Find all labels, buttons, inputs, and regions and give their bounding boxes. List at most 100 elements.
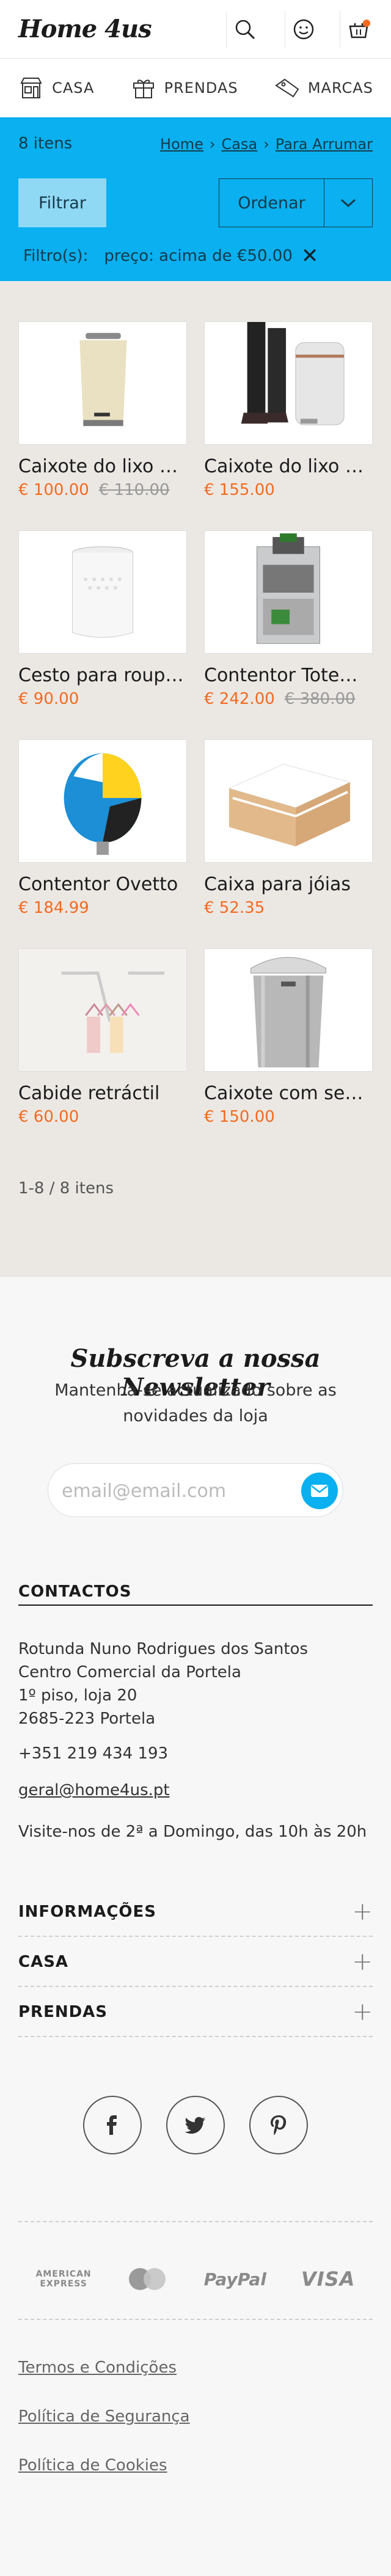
contact-address: Rotunda Nuno Rodrigues dos Santos Centro… xyxy=(18,1637,308,1730)
mail-icon xyxy=(311,1485,328,1497)
security-policy-link[interactable]: Política de Segurança xyxy=(18,2407,190,2426)
product-image[interactable] xyxy=(18,739,187,863)
order-dropdown[interactable]: Ordenar xyxy=(219,178,373,227)
product-image[interactable] xyxy=(204,530,373,654)
category-nav: CASA PRENDAS MARCAS xyxy=(0,59,391,117)
active-filters: Filtro(s): preço: acima de €50.00 ✕ xyxy=(23,246,318,266)
accordion-informacoes[interactable]: INFORMAÇÕES + xyxy=(18,1888,373,1937)
product-grid: Caixote do lixo N... € 100.00 € 110.00 C… xyxy=(0,281,391,1277)
breadcrumb-separator: › xyxy=(263,136,269,153)
facebook-icon[interactable] xyxy=(83,2096,142,2154)
product-name[interactable]: Cabide retráctil xyxy=(18,1083,187,1104)
paypal-logo: PayPal xyxy=(203,2269,266,2289)
product-name[interactable]: Caixote do lixo c... xyxy=(204,456,373,477)
plus-icon[interactable]: + xyxy=(352,1950,373,1974)
product-image[interactable] xyxy=(204,739,373,863)
listing-toolbar: 8 itens Home › Casa › Para Arrumar Filtr… xyxy=(0,117,391,281)
nav-item-prendas[interactable]: PRENDAS xyxy=(130,75,238,101)
visa-logo: VISA xyxy=(301,2267,356,2291)
product-image[interactable] xyxy=(18,530,187,654)
cart-icon[interactable] xyxy=(340,11,376,48)
product-price: € 100.00 xyxy=(18,481,89,499)
nav-label: CASA xyxy=(52,79,95,97)
terms-link[interactable]: Termos e Condições xyxy=(18,2358,177,2377)
twitter-icon[interactable] xyxy=(166,2096,225,2154)
product-image[interactable] xyxy=(204,321,373,445)
accordion-label: INFORMAÇÕES xyxy=(18,1903,156,1921)
product-old-price: € 380.00 xyxy=(284,690,356,708)
search-icon[interactable] xyxy=(226,11,263,48)
price-row: € 100.00 € 110.00 xyxy=(18,481,187,499)
breadcrumb-separator: › xyxy=(209,136,216,153)
product-name[interactable]: Caixa para jóias xyxy=(204,874,373,895)
product-name[interactable]: Cesto para roupa ... xyxy=(18,665,187,686)
nav-item-casa[interactable]: CASA xyxy=(18,75,94,101)
order-label: Ordenar xyxy=(219,179,324,227)
divider xyxy=(18,2221,373,2222)
contacts-heading: CONTACTOS xyxy=(18,1583,373,1606)
filter-button[interactable]: Filtrar xyxy=(18,178,106,227)
store-icon xyxy=(20,78,42,98)
accordion-prendas[interactable]: PRENDAS + xyxy=(18,1988,373,2037)
product-card[interactable]: Cabide retráctil € 60.00 xyxy=(18,948,187,1126)
breadcrumb-para-arrumar[interactable]: Para Arrumar xyxy=(276,136,373,153)
cookie-policy-link[interactable]: Política de Cookies xyxy=(18,2456,167,2475)
newsletter-form xyxy=(48,1463,343,1517)
product-image[interactable] xyxy=(204,948,373,1072)
price-row: € 150.00 xyxy=(204,1108,373,1126)
gift-icon xyxy=(133,79,154,98)
pagination-info: 1-8 / 8 itens xyxy=(18,1179,114,1198)
nav-label: PRENDAS xyxy=(164,79,238,97)
chevron-down-icon[interactable] xyxy=(324,179,372,227)
cart-badge xyxy=(363,20,370,27)
product-card[interactable]: Caixote do lixo N... € 100.00 € 110.00 xyxy=(18,321,187,499)
address-line: 1º piso, loja 20 xyxy=(18,1686,137,1705)
product-price: € 52.35 xyxy=(204,899,265,917)
address-line: Centro Comercial da Portela xyxy=(18,1663,241,1681)
price-row: € 90.00 xyxy=(18,690,187,708)
product-card[interactable]: Contentor Totem ... € 242.00 € 380.00 xyxy=(204,530,373,708)
product-price: € 242.00 xyxy=(204,690,275,708)
account-icon[interactable] xyxy=(285,11,321,48)
newsletter-subtitle: Mantenha-se actualizado sobre as novidad… xyxy=(54,1381,337,1425)
price-row: € 52.35 xyxy=(204,899,373,917)
product-price: € 60.00 xyxy=(18,1108,79,1126)
mastercard-logo xyxy=(126,2267,169,2291)
divider xyxy=(18,2319,373,2320)
product-image[interactable] xyxy=(18,948,187,1072)
breadcrumb-home[interactable]: Home xyxy=(160,136,203,153)
plus-icon[interactable]: + xyxy=(352,2000,373,2024)
price-row: € 242.00 € 380.00 xyxy=(204,690,373,708)
product-card[interactable]: Caixote do lixo c... € 155.00 xyxy=(204,321,373,499)
item-count: 8 itens xyxy=(18,134,73,153)
product-name[interactable]: Contentor Totem ... xyxy=(204,665,373,686)
contact-phone[interactable]: +351 219 434 193 xyxy=(18,1744,168,1763)
breadcrumb: Home › Casa › Para Arrumar xyxy=(160,136,373,153)
accordion-casa[interactable]: CASA + xyxy=(18,1938,373,1987)
plus-icon[interactable]: + xyxy=(352,1900,373,1924)
opening-hours: Visite-nos de 2ª a Domingo, das 10h às 2… xyxy=(18,1823,367,1841)
price-row: € 155.00 xyxy=(204,481,373,499)
product-card[interactable]: Caixote com sens... € 150.00 xyxy=(204,948,373,1126)
product-name[interactable]: Caixote com sens... xyxy=(204,1083,373,1104)
site-logo[interactable]: Home 4us xyxy=(18,15,152,43)
address-line: 2685-223 Portela xyxy=(18,1710,156,1728)
product-name[interactable]: Caixote do lixo N... xyxy=(18,456,187,477)
top-header: Home 4us xyxy=(0,0,391,59)
product-name[interactable]: Contentor Ovetto xyxy=(18,874,187,895)
nav-item-marcas[interactable]: MARCAS xyxy=(274,75,373,101)
product-card[interactable]: Cesto para roupa ... € 90.00 xyxy=(18,530,187,708)
address-line: Rotunda Nuno Rodrigues dos Santos xyxy=(18,1640,309,1658)
nav-label: MARCAS xyxy=(307,79,373,97)
amex-logo: AMERICAN EXPRESS xyxy=(36,2269,92,2289)
remove-filter-icon[interactable]: ✕ xyxy=(301,246,319,266)
breadcrumb-casa[interactable]: Casa xyxy=(222,136,258,153)
product-image[interactable] xyxy=(18,321,187,445)
pinterest-icon[interactable] xyxy=(249,2096,308,2154)
newsletter-submit-button[interactable] xyxy=(301,1473,338,1509)
product-card[interactable]: Contentor Ovetto € 184.99 xyxy=(18,739,187,917)
product-card[interactable]: Caixa para jóias € 52.35 xyxy=(204,739,373,917)
newsletter-email-input[interactable] xyxy=(62,1477,282,1504)
product-price: € 155.00 xyxy=(204,481,275,499)
contact-email-link[interactable]: geral@home4us.pt xyxy=(18,1781,170,1799)
